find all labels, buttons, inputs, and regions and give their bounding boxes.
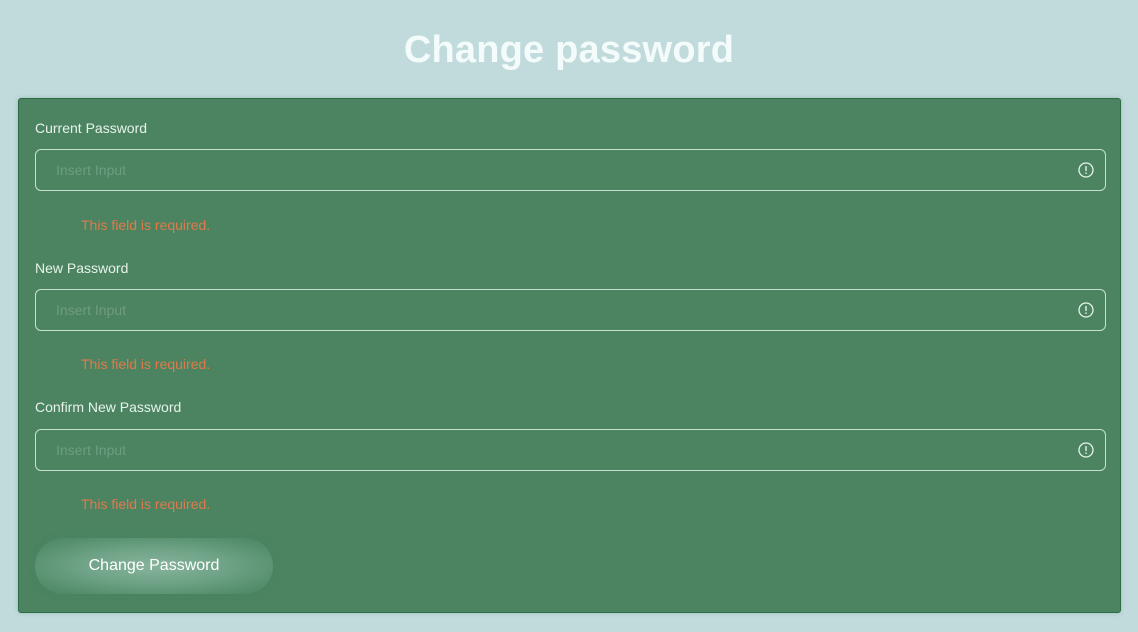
alert-circle-icon <box>1078 302 1094 318</box>
new-password-field-wrapper <box>35 289 1106 331</box>
change-password-form: Current Password This field is required.… <box>18 98 1121 613</box>
change-password-button[interactable]: Change Password <box>35 538 273 594</box>
confirm-new-password-input[interactable] <box>36 430 1105 470</box>
confirm-new-password-field-wrapper <box>35 429 1106 471</box>
current-password-field-wrapper <box>35 149 1106 191</box>
confirm-new-password-error: This field is required. <box>81 496 211 512</box>
alert-circle-icon <box>1078 162 1094 178</box>
new-password-input[interactable] <box>36 290 1105 330</box>
page-title: Change password <box>403 29 735 71</box>
current-password-input[interactable] <box>36 150 1105 190</box>
new-password-error: This field is required. <box>81 356 211 372</box>
alert-circle-icon <box>1078 442 1094 458</box>
current-password-label: Current Password <box>35 120 148 136</box>
new-password-label: New Password <box>35 260 129 276</box>
current-password-error: This field is required. <box>81 217 211 233</box>
confirm-new-password-label: Confirm New Password <box>35 399 182 415</box>
